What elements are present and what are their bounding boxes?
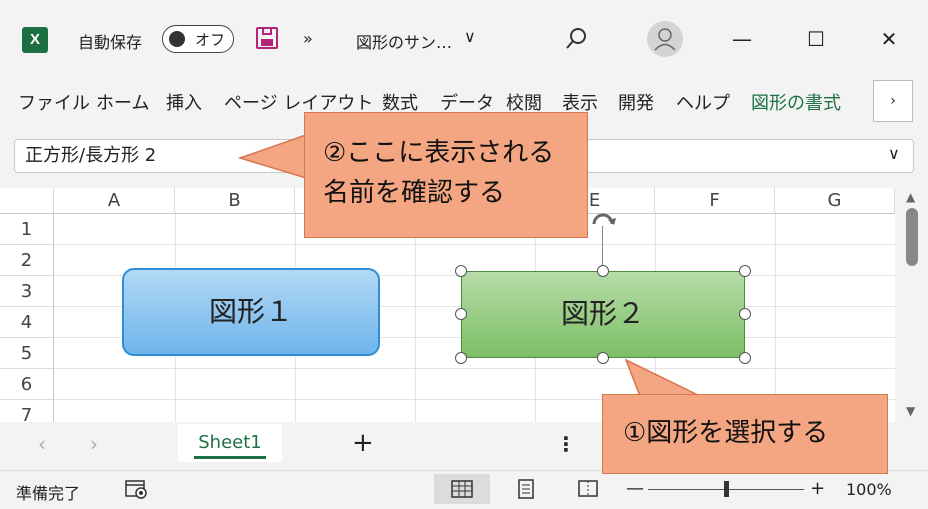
callout-text: 名前を確認する xyxy=(323,178,506,208)
callout-text: ①図形を選択する xyxy=(623,418,829,448)
callout-name-box: ②ここに表示される 名前を確認する xyxy=(304,112,588,238)
callout-select-shape: ①図形を選択する xyxy=(602,394,888,474)
callout-text: ②ここに表示される xyxy=(323,138,555,168)
